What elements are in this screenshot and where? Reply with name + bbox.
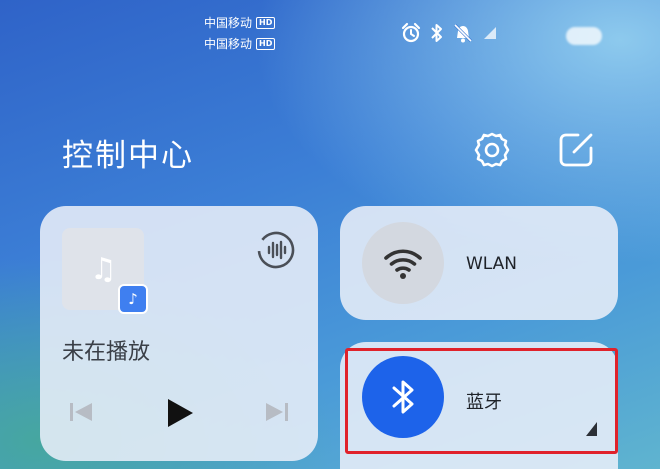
battery-icon [566,27,602,45]
music-app-icon[interactable]: ♪ [118,284,148,314]
play-button[interactable] [164,396,196,434]
hd-badge: HD [256,38,276,50]
previous-icon [70,403,92,421]
wifi-icon [384,249,422,279]
bluetooth-highlight-box [345,348,618,454]
carrier-name: 中国移动 [204,16,253,30]
settings-button[interactable] [472,130,512,170]
music-note-icon: ♫ [90,252,117,287]
next-button[interactable] [262,398,292,430]
previous-button[interactable] [66,398,96,430]
bluetooth-icon [431,24,442,42]
wlan-toggle[interactable] [362,222,444,304]
carrier-2: 中国移动 HD [204,37,276,51]
signal-icon [484,27,496,39]
status-icons [400,22,498,44]
sound-wave-icon [257,231,295,269]
audio-output-button[interactable] [256,230,296,270]
edit-icon [559,133,593,167]
play-icon [168,399,193,427]
wlan-tile[interactable]: WLAN [340,206,618,320]
edit-button[interactable] [556,130,596,170]
playback-status: 未在播放 [62,340,151,365]
media-card[interactable]: ♫ ♪ 未在播放 [40,206,318,461]
mute-bell-icon [453,23,473,43]
hd-badge: HD [256,17,276,29]
alarm-icon [401,22,421,43]
carrier-name: 中国移动 [204,37,253,51]
wlan-label: WLAN [466,254,518,274]
gear-icon [474,132,510,168]
next-icon [266,403,288,421]
page-title: 控制中心 [62,138,194,174]
carrier-1: 中国移动 HD [204,16,276,30]
